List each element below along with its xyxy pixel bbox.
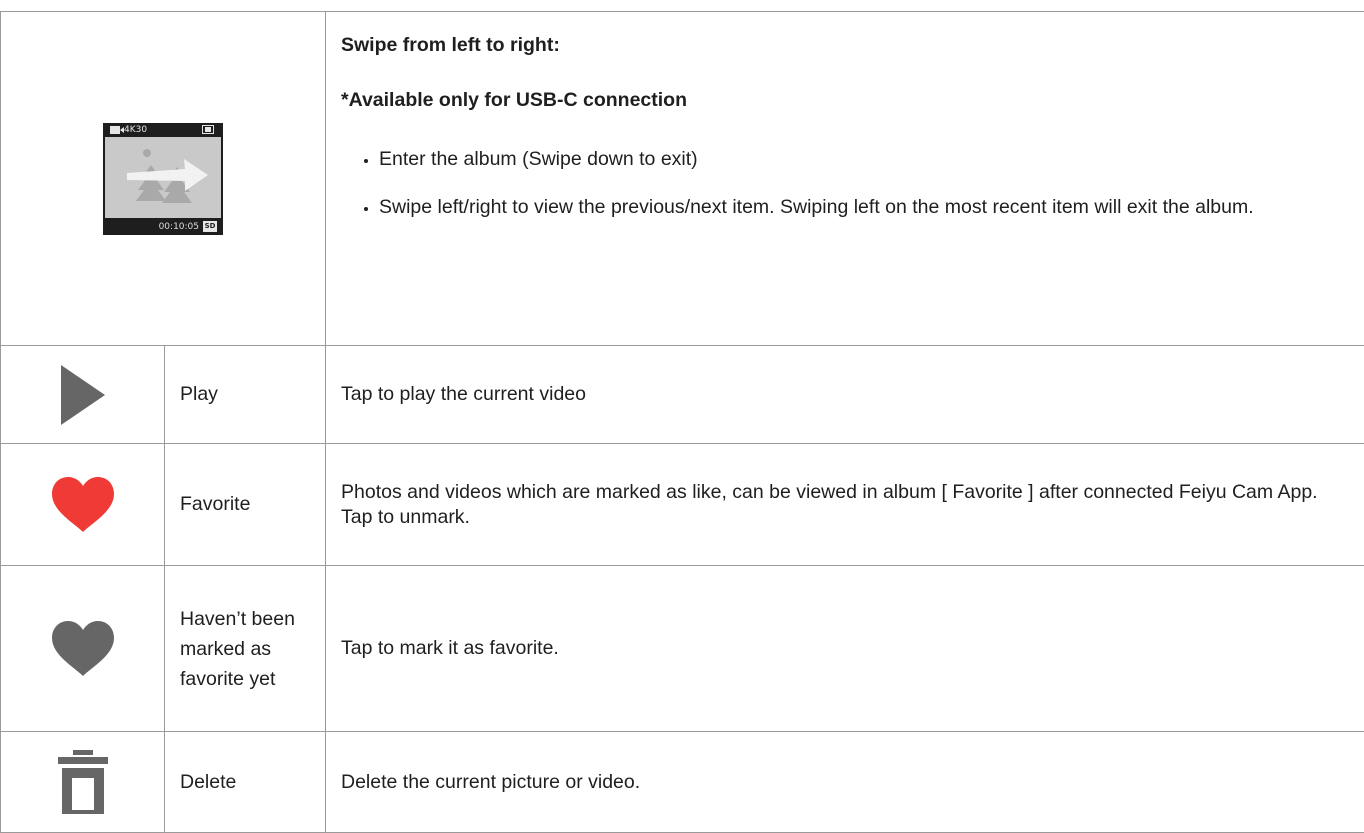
- favorite-description: Photos and videos which are marked as li…: [341, 480, 1364, 505]
- heart-filled-icon: [52, 477, 114, 532]
- list-item: Swipe left/right to view the previous/ne…: [379, 188, 1364, 226]
- camera-viewfinder: [105, 137, 221, 218]
- battery-icon: [202, 125, 214, 134]
- video-mode-icon: [110, 126, 120, 134]
- play-icon: [61, 365, 105, 425]
- album-controls-table: 4K30 00:10:05 SD Swipe from: [0, 11, 1364, 833]
- play-name: Play: [165, 346, 326, 444]
- play-description: Tap to play the current video: [326, 346, 1364, 444]
- favorite-name: Favorite: [165, 444, 326, 566]
- table-row-swipe: 4K30 00:10:05 SD Swipe from: [1, 12, 1364, 346]
- swipe-bullet-list: Enter the album (Swipe down to exit) Swi…: [341, 140, 1364, 226]
- resolution-label: 4K30: [124, 123, 147, 137]
- camera-bottom-bar: 00:10:05 SD: [103, 218, 223, 235]
- delete-icon-cell: [1, 732, 165, 833]
- delete-description: Delete the current picture or video.: [326, 732, 1364, 833]
- trash-icon: [58, 750, 108, 814]
- favorite-unmark-hint: Tap to unmark.: [341, 505, 1364, 530]
- table-row-favorite: Favorite Photos and videos which are mar…: [1, 444, 1364, 566]
- camera-status-bar: 4K30: [103, 123, 223, 137]
- table-row-play: Play Tap to play the current video: [1, 346, 1364, 444]
- swipe-subheading: *Available only for USB-C connection: [341, 85, 1364, 115]
- swipe-description-cell: Swipe from left to right: *Available onl…: [326, 12, 1364, 346]
- favorite-description-cell: Photos and videos which are marked as li…: [326, 444, 1364, 566]
- heart-outline-icon: [52, 621, 114, 676]
- table-row-not-favorite: Haven’t been marked as favorite yet Tap …: [1, 566, 1364, 732]
- play-icon-cell: [1, 346, 165, 444]
- album-screen-cell: 4K30 00:10:05 SD: [1, 12, 326, 346]
- delete-name: Delete: [165, 732, 326, 833]
- table-row-delete: Delete Delete the current picture or vid…: [1, 732, 1364, 833]
- not-favorite-description: Tap to mark it as favorite.: [326, 566, 1364, 732]
- not-favorite-icon-cell: [1, 566, 165, 732]
- sd-card-icon: SD: [203, 221, 217, 232]
- list-item: Enter the album (Swipe down to exit): [379, 140, 1364, 178]
- favorite-icon-cell: [1, 444, 165, 566]
- swipe-heading: Swipe from left to right:: [341, 30, 1364, 60]
- not-favorite-name: Haven’t been marked as favorite yet: [165, 566, 326, 732]
- timecode-label: 00:10:05: [159, 219, 199, 236]
- swipe-right-arrow-icon: [105, 137, 221, 218]
- camera-screen-preview: 4K30 00:10:05 SD: [103, 123, 223, 235]
